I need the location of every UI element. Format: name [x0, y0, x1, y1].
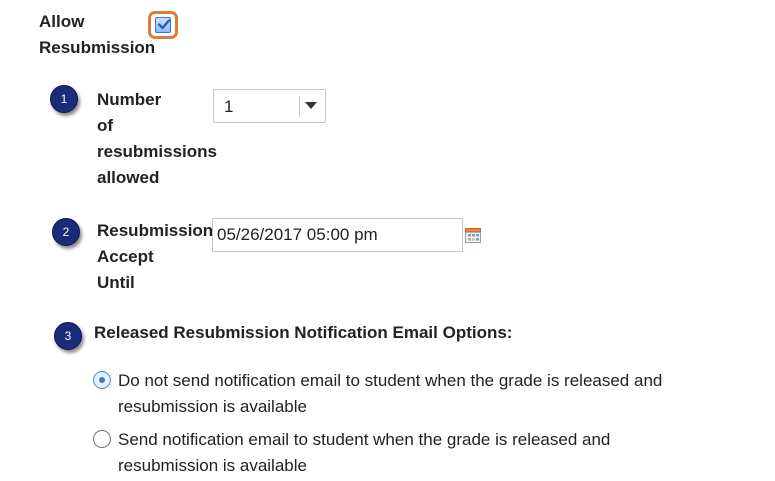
notification-option-label-line: Do not send notification email to studen… — [118, 371, 663, 390]
notification-options-heading: Released Resubmission Notification Email… — [94, 323, 512, 343]
notification-option-label-line: resubmission is available — [118, 456, 307, 475]
accept-until-label-line: Resubmission — [97, 221, 213, 240]
accept-until-date-input[interactable] — [212, 218, 463, 252]
step-badge-2-number: 2 — [62, 225, 70, 239]
step-badge-1-number: 1 — [60, 92, 68, 106]
radio-button[interactable] — [93, 430, 111, 448]
num-resubmissions-label-line: Number — [97, 90, 162, 109]
num-resubmissions-select[interactable]: 1 — [213, 89, 326, 123]
calendar-icon[interactable] — [465, 228, 481, 243]
accept-until-label-line: Until — [97, 273, 135, 292]
notification-option-do-not-send[interactable]: Do not send notification email to studen… — [93, 368, 733, 422]
notification-option-label: Send notification email to student when … — [118, 427, 718, 479]
step-badge-1: 1 — [50, 85, 78, 113]
num-resubmissions-label-line: allowed — [97, 168, 160, 187]
notification-option-label-line: Send notification email to student when … — [118, 430, 611, 449]
allow-resubmission-checkbox-highlight[interactable] — [148, 11, 178, 39]
step-badge-3-number: 3 — [64, 329, 72, 343]
notification-options-heading-text: Released Resubmission Notification Email… — [94, 323, 513, 342]
allow-resubmission-label-text: Allow Resubmission — [39, 12, 156, 57]
checkmark-icon — [157, 19, 171, 30]
num-resubmissions-label: Number of resubmissions allowed — [97, 87, 222, 191]
num-resubmissions-label-line: resubmissions — [97, 142, 217, 161]
chevron-down-icon[interactable] — [305, 102, 317, 110]
allow-resubmission-checkbox[interactable] — [155, 17, 171, 33]
step-badge-3: 3 — [54, 322, 82, 350]
num-resubmissions-value: 1 — [224, 97, 234, 116]
step-badge-2: 2 — [52, 218, 80, 246]
select-divider — [299, 96, 300, 117]
radio-button-selected[interactable] — [93, 371, 111, 389]
notification-option-label: Do not send notification email to studen… — [118, 368, 718, 420]
accept-until-label-line: Accept — [97, 247, 154, 266]
notification-option-label-line: resubmission is available — [118, 397, 307, 416]
accept-until-label: Resubmission Accept Until — [97, 218, 217, 296]
num-resubmissions-label-line: of — [97, 116, 114, 135]
notification-option-send[interactable]: Send notification email to student when … — [93, 427, 733, 481]
